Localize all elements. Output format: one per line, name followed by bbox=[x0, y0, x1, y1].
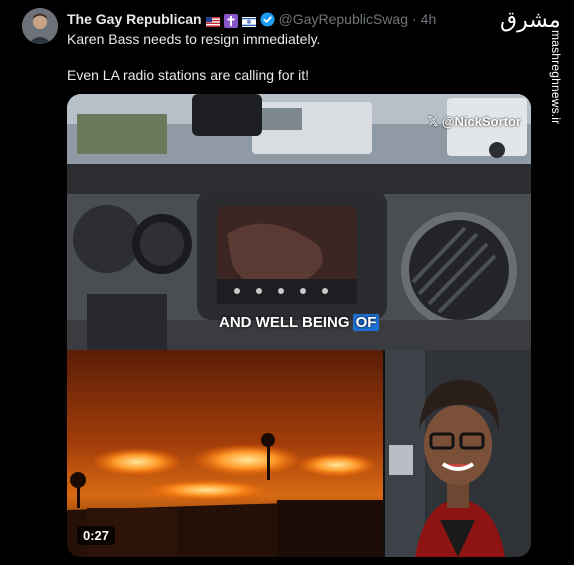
watermark-logo: مشرق bbox=[500, 8, 561, 33]
portrait-video-frame bbox=[385, 350, 531, 557]
caption-text: AND WELL BEING bbox=[219, 314, 350, 331]
video-caption: AND WELL BEING OF bbox=[219, 314, 380, 331]
source-handle: @NickSortor bbox=[441, 114, 521, 129]
tweet-time[interactable]: 4h bbox=[421, 11, 437, 27]
display-name[interactable]: The Gay Republican bbox=[67, 11, 202, 27]
tweet-line: Karen Bass needs to resign immediately. bbox=[67, 31, 321, 47]
fire-video-frame bbox=[67, 350, 383, 557]
caption-highlight: OF bbox=[352, 314, 380, 331]
video-player[interactable]: 𝕏 @NickSortor AND WELL BEING OF 0:27 bbox=[67, 94, 531, 557]
dashboard-video-frame bbox=[67, 94, 531, 350]
israel-flag-icon bbox=[241, 14, 256, 27]
tweet-text: Karen Bass needs to resign immediately. … bbox=[67, 30, 487, 84]
cross-icon bbox=[223, 14, 238, 28]
source-tag: 𝕏 @NickSortor bbox=[428, 114, 521, 130]
tweet-line: Even LA radio stations are calling for i… bbox=[67, 67, 310, 83]
us-flag-icon bbox=[205, 14, 220, 27]
tweet-header: The Gay Republican @GayRepublicSwag · 4h bbox=[67, 10, 436, 28]
separator-dot: · bbox=[411, 11, 417, 27]
avatar[interactable] bbox=[22, 8, 58, 44]
verified-badge-icon bbox=[260, 11, 275, 27]
x-logo-icon: 𝕏 bbox=[427, 114, 439, 129]
user-handle[interactable]: @GayRepublicSwag bbox=[279, 11, 408, 27]
watermark-site: mashreghnews.ir bbox=[549, 30, 563, 125]
video-duration: 0:27 bbox=[77, 526, 116, 545]
